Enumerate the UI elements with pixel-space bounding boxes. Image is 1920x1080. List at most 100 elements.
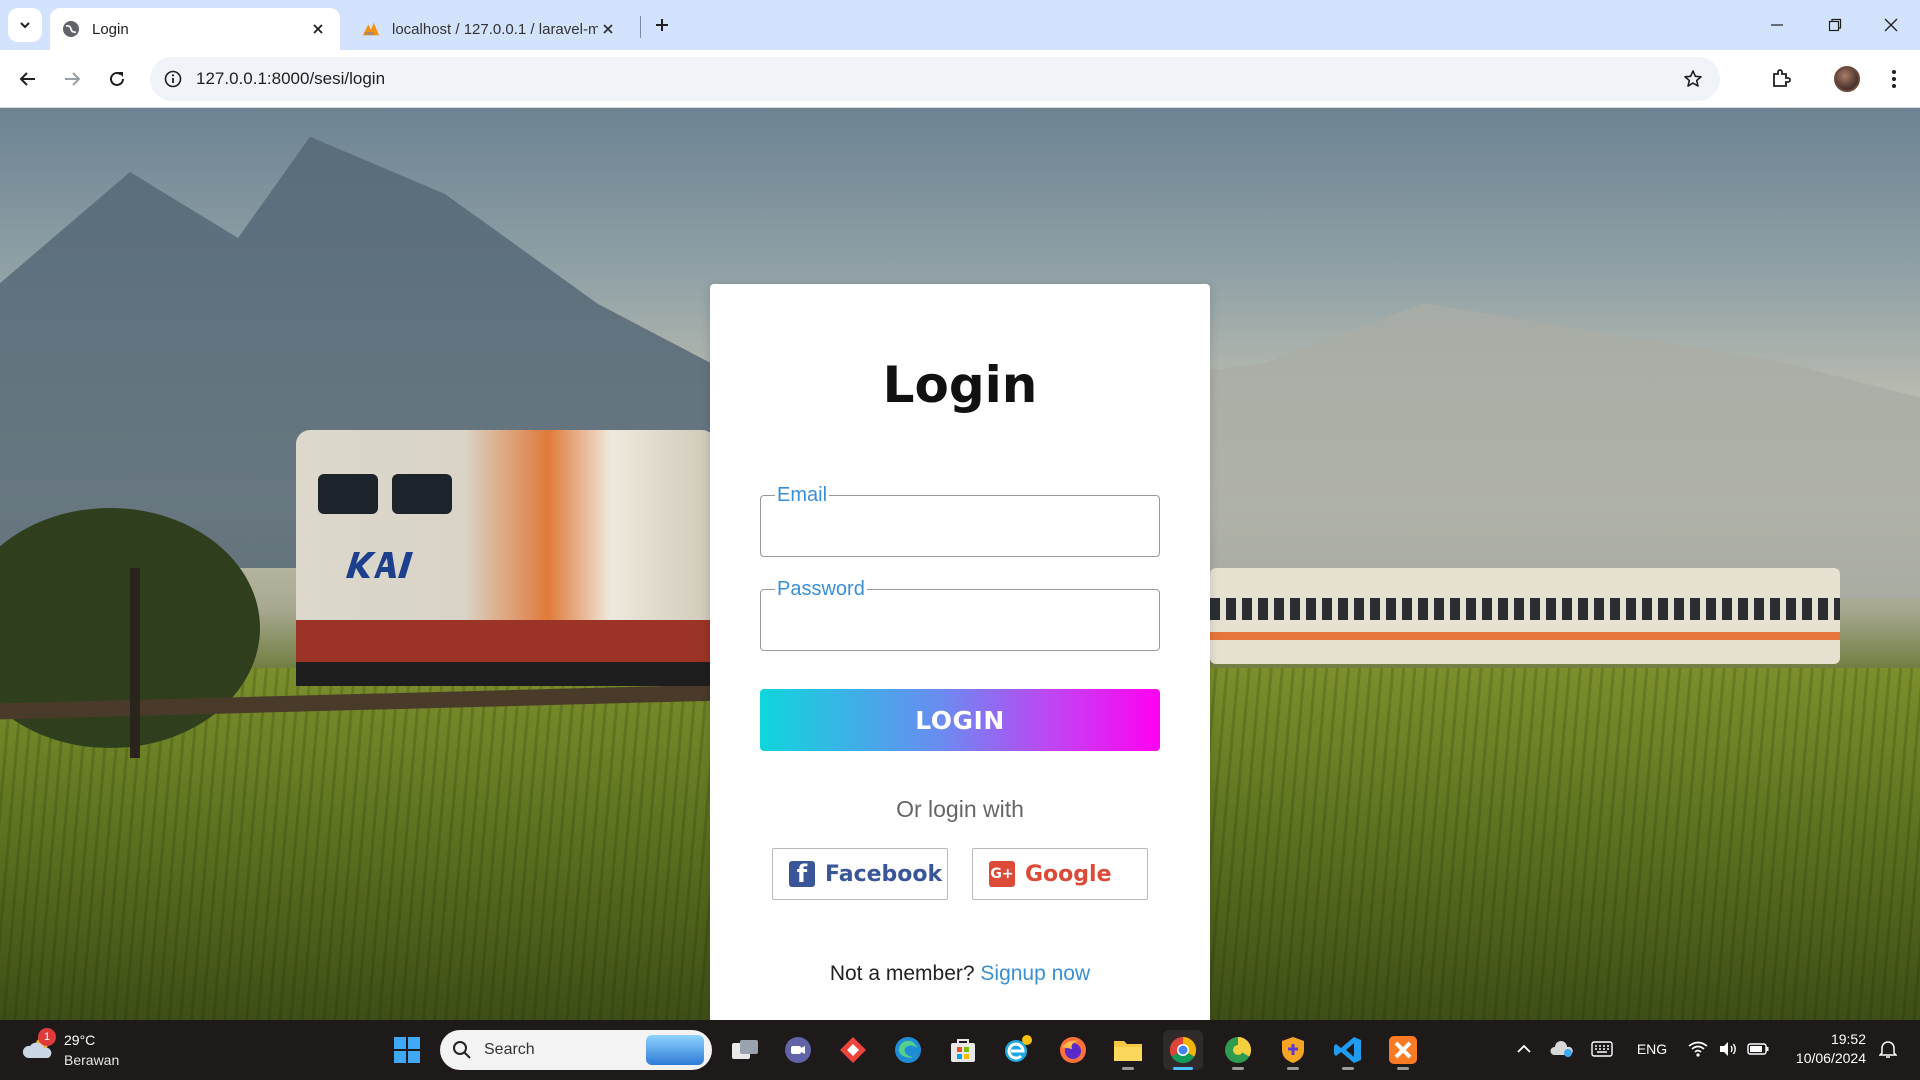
puzzle-icon bbox=[1773, 69, 1791, 87]
file-explorer-button[interactable] bbox=[1108, 1030, 1148, 1070]
facebook-label: Facebook bbox=[825, 861, 943, 887]
browser-toolbar: 127.0.0.1:8000/sesi/login bbox=[0, 50, 1920, 108]
close-icon bbox=[1884, 18, 1898, 32]
globe-icon bbox=[62, 20, 80, 38]
signup-link[interactable]: Signup now bbox=[980, 962, 1090, 985]
bell-icon bbox=[1879, 1041, 1897, 1058]
tab-login[interactable]: Login bbox=[50, 8, 340, 50]
search-label: Search bbox=[484, 1041, 535, 1058]
task-view-button[interactable] bbox=[725, 1030, 765, 1070]
xampp-icon bbox=[1389, 1036, 1417, 1064]
vscode-button[interactable] bbox=[1328, 1030, 1368, 1070]
tab-search-button[interactable] bbox=[8, 8, 42, 42]
chevron-up-icon bbox=[1517, 1044, 1531, 1053]
svg-text:PMA: PMA bbox=[365, 31, 376, 37]
site-info-icon[interactable] bbox=[160, 66, 186, 92]
extensions-button[interactable] bbox=[1765, 63, 1797, 95]
back-button[interactable] bbox=[12, 63, 44, 95]
email-field-wrapper: Email bbox=[760, 484, 1160, 557]
taskbar: 1 29°C Berawan Search ENG 19:52 10/06/20… bbox=[0, 1020, 1920, 1080]
arrow-left-icon bbox=[19, 72, 35, 86]
windows-logo-icon bbox=[394, 1037, 420, 1063]
url-text[interactable]: 127.0.0.1:8000/sesi/login bbox=[196, 69, 385, 89]
address-bar[interactable]: 127.0.0.1:8000/sesi/login bbox=[150, 57, 1720, 101]
chrome-canary-button[interactable] bbox=[1218, 1030, 1258, 1070]
cloud-sync-icon bbox=[1550, 1041, 1573, 1057]
google-login-button[interactable]: G+ Google bbox=[972, 848, 1148, 900]
facebook-login-button[interactable]: f Facebook bbox=[772, 848, 948, 900]
clock-date: 10/06/2024 bbox=[1795, 1050, 1866, 1066]
weather-widget[interactable]: 1 29°C Berawan bbox=[20, 1028, 160, 1072]
chevron-down-icon bbox=[20, 22, 30, 29]
reload-icon bbox=[110, 71, 124, 86]
firefox-icon bbox=[1060, 1037, 1086, 1063]
firefox-button[interactable] bbox=[1053, 1030, 1093, 1070]
tab-phpmyadmin[interactable]: PMA localhost / 127.0.0.1 / laravel-m bbox=[350, 8, 630, 50]
google-label: Google bbox=[1025, 861, 1112, 887]
keyboard-icon bbox=[1591, 1041, 1613, 1057]
chrome-button[interactable] bbox=[1163, 1030, 1203, 1070]
avatar bbox=[1834, 66, 1860, 92]
anydesk-button[interactable] bbox=[833, 1030, 873, 1070]
search-highlight-image bbox=[646, 1035, 704, 1065]
page-viewport: Login Email Password LOGIN Or login with… bbox=[0, 108, 1920, 1020]
wifi-icon[interactable] bbox=[1684, 1034, 1712, 1064]
touch-keyboard-button[interactable] bbox=[1588, 1034, 1616, 1064]
new-tab-button[interactable] bbox=[650, 10, 674, 40]
anydesk-icon bbox=[840, 1037, 866, 1063]
login-button[interactable]: LOGIN bbox=[760, 689, 1160, 751]
restore-icon bbox=[1828, 18, 1842, 32]
tab-separator bbox=[640, 16, 641, 38]
edge-button[interactable] bbox=[888, 1030, 928, 1070]
clock-time: 19:52 bbox=[1830, 1031, 1866, 1047]
brave-shield-button[interactable] bbox=[1273, 1030, 1313, 1070]
language-indicator[interactable]: ENG bbox=[1628, 1034, 1676, 1064]
show-hidden-icons-button[interactable] bbox=[1512, 1034, 1536, 1064]
folder-icon bbox=[1114, 1041, 1142, 1061]
page-title: Login bbox=[882, 356, 1038, 414]
microsoft-store-button[interactable] bbox=[943, 1030, 983, 1070]
close-window-button[interactable] bbox=[1862, 0, 1920, 50]
browser-menu-button[interactable] bbox=[1878, 63, 1910, 95]
teams-chat-button[interactable] bbox=[778, 1030, 818, 1070]
xampp-button[interactable] bbox=[1383, 1030, 1423, 1070]
vscode-icon bbox=[1334, 1037, 1361, 1063]
email-label: Email bbox=[775, 484, 830, 506]
forward-button[interactable] bbox=[56, 63, 88, 95]
weather-description: Berawan bbox=[64, 1052, 120, 1068]
signup-prompt-text: Not a member? bbox=[829, 962, 975, 985]
internet-explorer-icon bbox=[1005, 1035, 1032, 1062]
task-view-icon bbox=[732, 1040, 758, 1059]
taskbar-search[interactable]: Search bbox=[440, 1030, 712, 1070]
restore-button[interactable] bbox=[1806, 0, 1864, 50]
tab-title: localhost / 127.0.0.1 / laravel-m bbox=[392, 20, 598, 38]
volume-icon[interactable] bbox=[1714, 1034, 1742, 1064]
notifications-button[interactable] bbox=[1874, 1034, 1902, 1064]
internet-explorer-button[interactable] bbox=[998, 1030, 1038, 1070]
onedrive-tray-button[interactable] bbox=[1548, 1034, 1576, 1064]
password-label: Password bbox=[775, 578, 867, 600]
chrome-canary-icon bbox=[1225, 1036, 1252, 1063]
minimize-button[interactable] bbox=[1748, 0, 1806, 50]
more-vertical-icon bbox=[1892, 70, 1896, 88]
bookmark-star-icon[interactable] bbox=[1680, 66, 1706, 92]
search-icon bbox=[453, 1041, 471, 1059]
close-icon[interactable] bbox=[598, 19, 618, 39]
video-chat-icon bbox=[785, 1037, 811, 1063]
battery-icon[interactable] bbox=[1744, 1034, 1772, 1064]
reload-button[interactable] bbox=[101, 63, 133, 95]
profile-button[interactable] bbox=[1831, 63, 1863, 95]
login-card: Login Email Password LOGIN Or login with… bbox=[710, 284, 1210, 1020]
password-field-wrapper: Password bbox=[760, 578, 1160, 651]
start-button[interactable] bbox=[387, 1030, 427, 1070]
google-plus-icon: G+ bbox=[989, 861, 1015, 887]
facebook-icon: f bbox=[789, 860, 815, 888]
arrow-right-icon bbox=[65, 72, 81, 86]
edge-icon bbox=[895, 1037, 921, 1063]
chrome-icon bbox=[1169, 1036, 1197, 1064]
clock[interactable]: 19:52 10/06/2024 bbox=[1780, 1030, 1866, 1068]
close-icon[interactable] bbox=[308, 19, 328, 39]
shield-icon bbox=[1282, 1037, 1304, 1063]
signup-prompt: Not a member? Signup now bbox=[710, 962, 1210, 986]
weather-temperature: 29°C bbox=[64, 1032, 96, 1048]
